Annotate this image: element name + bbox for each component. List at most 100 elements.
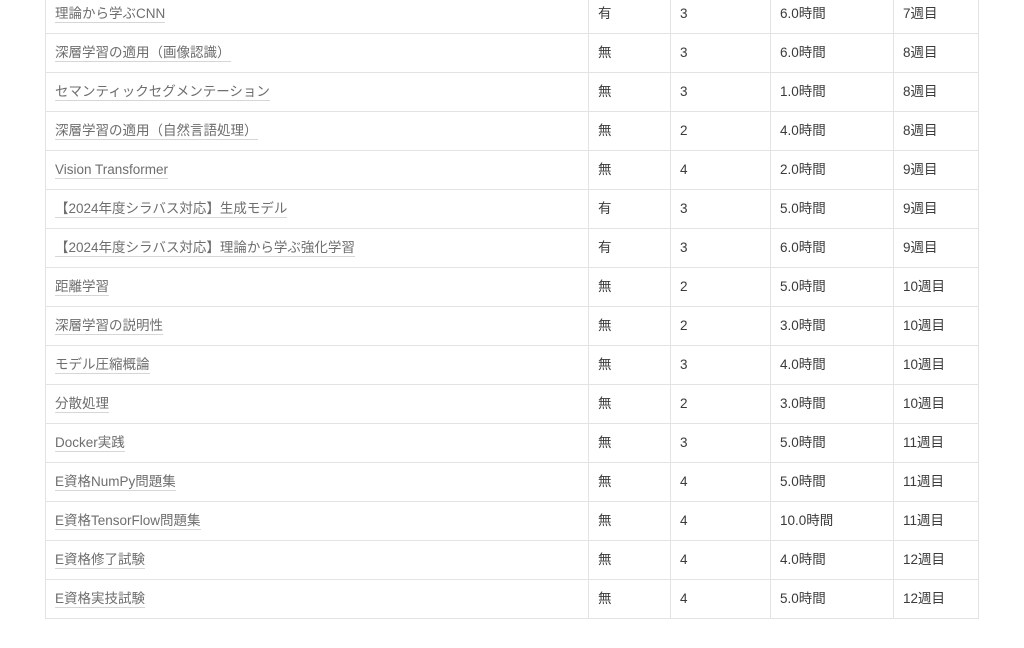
target-week-cell: 9週目	[893, 150, 979, 190]
target-week-cell: 10週目	[893, 384, 979, 424]
study-hours-cell: 6.0時間	[770, 33, 894, 73]
course-name-cell: 【2024年度シラバス対応】理論から学ぶ強化学習	[45, 228, 589, 268]
course-name-cell: 分散処理	[45, 384, 589, 424]
level-cell: 3	[670, 345, 771, 385]
level-cell: 4	[670, 150, 771, 190]
table-row: E資格TensorFlow問題集 無 4 10.0時間 11週目	[45, 501, 979, 541]
table-row: E資格NumPy問題集 無 4 5.0時間 11週目	[45, 462, 979, 502]
exercise-flag-cell: 有	[588, 189, 671, 229]
study-hours-cell: 4.0時間	[770, 111, 894, 151]
table-row: 深層学習の適用（画像認識） 無 3 6.0時間 8週目	[45, 33, 979, 73]
study-hours-cell: 10.0時間	[770, 501, 894, 541]
target-week-cell: 11週目	[893, 423, 979, 463]
target-week-cell: 11週目	[893, 462, 979, 502]
level-cell: 2	[670, 267, 771, 307]
course-link[interactable]: E資格TensorFlow問題集	[55, 512, 201, 530]
target-week-cell: 10週目	[893, 306, 979, 346]
exercise-flag-cell: 無	[588, 33, 671, 73]
table-row: 【2024年度シラバス対応】理論から学ぶ強化学習 有 3 6.0時間 9週目	[45, 228, 979, 268]
level-cell: 3	[670, 72, 771, 112]
course-link[interactable]: 【2024年度シラバス対応】理論から学ぶ強化学習	[55, 239, 355, 257]
course-link[interactable]: 【2024年度シラバス対応】生成モデル	[55, 200, 288, 218]
course-name-cell: E資格TensorFlow問題集	[45, 501, 589, 541]
course-link[interactable]: 距離学習	[55, 278, 109, 296]
course-link[interactable]: 深層学習の適用（画像認識）	[55, 44, 231, 62]
table-row: E資格修了試験 無 4 4.0時間 12週目	[45, 540, 979, 580]
table-row: E資格実技試験 無 4 5.0時間 12週目	[45, 579, 979, 619]
level-cell: 4	[670, 501, 771, 541]
study-hours-cell: 1.0時間	[770, 72, 894, 112]
course-name-cell: 深層学習の適用（自然言語処理）	[45, 111, 589, 151]
target-week-cell: 10週目	[893, 267, 979, 307]
course-name-cell: E資格NumPy問題集	[45, 462, 589, 502]
exercise-flag-cell: 有	[588, 0, 671, 34]
course-link[interactable]: E資格NumPy問題集	[55, 473, 176, 491]
course-table: 理論から学ぶCNN 有 3 6.0時間 7週目 深層学習の適用（画像認識）無 3 6.0時間 8…	[45, 0, 979, 619]
level-cell: 2	[670, 384, 771, 424]
course-name-cell: セマンティックセグメンテーション	[45, 72, 589, 112]
exercise-flag-cell: 無	[588, 423, 671, 463]
course-name-cell: 理論から学ぶCNN	[45, 0, 589, 34]
study-hours-cell: 5.0時間	[770, 579, 894, 619]
level-cell: 2	[670, 306, 771, 346]
course-name-cell: E資格修了試験	[45, 540, 589, 580]
target-week-cell: 10週目	[893, 345, 979, 385]
exercise-flag-cell: 無	[588, 345, 671, 385]
course-name-cell: Vision Transformer	[45, 150, 589, 190]
course-name-cell: 深層学習の適用（画像認識）	[45, 33, 589, 73]
table-row: 理論から学ぶCNN 有 3 6.0時間 7週目	[45, 0, 979, 34]
target-week-cell: 12週目	[893, 540, 979, 580]
target-week-cell: 9週目	[893, 228, 979, 268]
exercise-flag-cell: 有	[588, 228, 671, 268]
level-cell: 4	[670, 540, 771, 580]
course-link[interactable]: 深層学習の説明性	[55, 317, 163, 335]
target-week-cell: 8週目	[893, 111, 979, 151]
course-name-cell: 距離学習	[45, 267, 589, 307]
course-link[interactable]: E資格修了試験	[55, 551, 146, 569]
exercise-flag-cell: 無	[588, 267, 671, 307]
course-name-cell: モデル圧縮概論	[45, 345, 589, 385]
study-hours-cell: 5.0時間	[770, 423, 894, 463]
level-cell: 3	[670, 423, 771, 463]
course-link[interactable]: E資格実技試験	[55, 590, 146, 608]
exercise-flag-cell: 無	[588, 501, 671, 541]
study-hours-cell: 4.0時間	[770, 540, 894, 580]
course-link[interactable]: モデル圧縮概論	[55, 356, 150, 374]
table-row: 分散処理 無 2 3.0時間 10週目	[45, 384, 979, 424]
course-link[interactable]: セマンティックセグメンテーション	[55, 83, 270, 101]
course-name-cell: 深層学習の説明性	[45, 306, 589, 346]
course-link[interactable]: 理論から学ぶCNN	[55, 5, 166, 23]
study-hours-cell: 3.0時間	[770, 384, 894, 424]
study-hours-cell: 2.0時間	[770, 150, 894, 190]
level-cell: 3	[670, 33, 771, 73]
exercise-flag-cell: 無	[588, 306, 671, 346]
exercise-flag-cell: 無	[588, 72, 671, 112]
target-week-cell: 7週目	[893, 0, 979, 34]
study-hours-cell: 6.0時間	[770, 228, 894, 268]
study-hours-cell: 3.0時間	[770, 306, 894, 346]
study-hours-cell: 4.0時間	[770, 345, 894, 385]
study-hours-cell: 6.0時間	[770, 0, 894, 34]
exercise-flag-cell: 無	[588, 579, 671, 619]
course-link[interactable]: 深層学習の適用（自然言語処理）	[55, 122, 258, 140]
exercise-flag-cell: 無	[588, 462, 671, 502]
target-week-cell: 8週目	[893, 33, 979, 73]
table-scroll-container: 理論から学ぶCNN 有 3 6.0時間 7週目 深層学習の適用（画像認識）無 3 6.0時間 8…	[45, 0, 979, 619]
course-name-cell: E資格実技試験	[45, 579, 589, 619]
table-row: 深層学習の適用（自然言語処理） 無 2 4.0時間 8週目	[45, 111, 979, 151]
level-cell: 4	[670, 462, 771, 502]
target-week-cell: 8週目	[893, 72, 979, 112]
exercise-flag-cell: 無	[588, 111, 671, 151]
exercise-flag-cell: 無	[588, 384, 671, 424]
level-cell: 3	[670, 0, 771, 34]
course-name-cell: Docker実践	[45, 423, 589, 463]
table-viewport: 理論から学ぶCNN 有 3 6.0時間 7週目 深層学習の適用（画像認識）無 3 6.0時間 8…	[0, 0, 1024, 648]
table-row: 距離学習 無 2 5.0時間 10週目	[45, 267, 979, 307]
level-cell: 2	[670, 111, 771, 151]
table-row: Docker実践 無 3 5.0時間 11週目	[45, 423, 979, 463]
study-hours-cell: 5.0時間	[770, 462, 894, 502]
course-link[interactable]: 分散処理	[55, 395, 109, 413]
table-row: 深層学習の説明性 無 2 3.0時間 10週目	[45, 306, 979, 346]
course-link[interactable]: Docker実践	[55, 434, 125, 452]
course-link[interactable]: Vision Transformer	[55, 161, 169, 179]
